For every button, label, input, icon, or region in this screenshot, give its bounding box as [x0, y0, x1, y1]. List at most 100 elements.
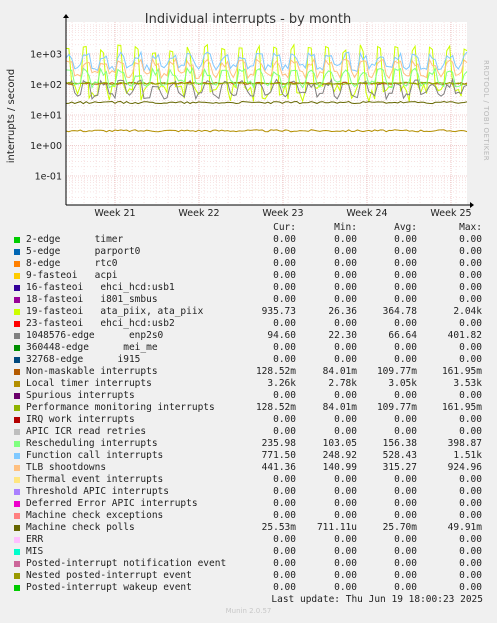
legend-max: 0.00: [459, 390, 482, 401]
legend-swatch: [14, 357, 20, 363]
legend-label: TLB shootdowns: [26, 462, 107, 473]
y-tick-label: 1e+02: [30, 80, 62, 91]
legend-max: 0.00: [459, 282, 482, 293]
legend-label: IRQ work interrupts: [26, 414, 135, 425]
x-tick-label: Week 23: [262, 208, 303, 219]
legend-swatch: [14, 489, 20, 495]
legend-min: 0.00: [334, 270, 357, 281]
legend-row: 18-fasteoi i801_smbus 0.00 0.00 0.00 0.00: [0, 294, 497, 306]
legend-min: 84.01m: [322, 366, 357, 377]
legend-avg: 66.64: [388, 330, 417, 341]
y-tick-label: 1e+00: [30, 141, 62, 152]
legend-max: 161.95m: [441, 366, 482, 377]
legend-avg: 109.77m: [376, 402, 417, 413]
legend-min: 248.92: [322, 450, 357, 461]
legend-max: 0.00: [459, 234, 482, 245]
legend-cur: 0.00: [273, 534, 296, 545]
legend-label: Spurious interrupts: [26, 390, 135, 401]
legend-min: 0.00: [334, 486, 357, 497]
legend-label: ERR: [26, 534, 44, 545]
legend-avg: 0.00: [394, 582, 417, 593]
legend-swatch: [14, 381, 20, 387]
legend-label: MIS: [26, 546, 44, 557]
legend-row: Nested posted-interrupt event 0.00 0.00 0.0…: [0, 570, 497, 582]
legend-min: 0.00: [334, 318, 357, 329]
legend-min: 0.00: [334, 546, 357, 557]
legend-swatch: [14, 237, 20, 243]
legend-avg: 0.00: [394, 294, 417, 305]
legend-label: Deferred Error APIC interrupts: [26, 498, 198, 509]
legend-avg: 0.00: [394, 246, 417, 257]
legend-max: 0.00: [459, 414, 482, 425]
legend-swatch: [14, 561, 20, 567]
legend-row: 32768-edge i915 0.00 0.00 0.00 0.00: [0, 354, 497, 366]
col-min: Min:: [334, 222, 357, 233]
legend-swatch: [14, 453, 20, 459]
legend-swatch: [14, 441, 20, 447]
legend-cur: 0.00: [273, 474, 296, 485]
legend-label: Machine check polls: [26, 522, 135, 533]
legend-max: 49.91m: [447, 522, 482, 533]
legend-min: 711.11u: [316, 522, 357, 533]
legend-min: 0.00: [334, 534, 357, 545]
legend-min: 2.78k: [328, 378, 357, 389]
legend-min: 0.00: [334, 426, 357, 437]
y-axis-label: interrupts / second: [6, 69, 17, 163]
legend-max: 924.96: [447, 462, 482, 473]
legend-cur: 0.00: [273, 546, 296, 557]
legend-swatch: [14, 477, 20, 483]
legend-label: 1048576-edge enp2s0: [26, 330, 164, 341]
legend-avg: 3.05k: [388, 378, 417, 389]
x-tick-label: Week 21: [94, 208, 135, 219]
legend-cur: 0.00: [273, 582, 296, 593]
legend-row: 8-edge rtc0 0.00 0.00 0.00 0.00: [0, 258, 497, 270]
legend-avg: 0.00: [394, 486, 417, 497]
legend-label: 5-edge parport0: [26, 246, 141, 257]
legend-cur: 94.60: [267, 330, 296, 341]
legend-label: Posted-interrupt notification event: [26, 558, 227, 569]
legend-cur: 0.00: [273, 426, 296, 437]
legend-row: Machine check exceptions 0.00 0.00 0.00 0.00: [0, 510, 497, 522]
legend-swatch: [14, 525, 20, 531]
legend-cur: 0.00: [273, 270, 296, 281]
legend-min: 0.00: [334, 510, 357, 521]
legend-label: Rescheduling interrupts: [26, 438, 158, 449]
legend-row: 2-edge timer 0.00 0.00 0.00 0.00: [0, 234, 497, 246]
legend-min: 22.30: [328, 330, 357, 341]
legend-label: APIC ICR read retries: [26, 426, 147, 437]
legend-cur: 0.00: [273, 498, 296, 509]
legend-avg: 0.00: [394, 354, 417, 365]
legend-min: 0.00: [334, 498, 357, 509]
legend-swatch: [14, 405, 20, 411]
legend-row: Posted-interrupt notification event 0.00 0…: [0, 558, 497, 570]
legend-max: 0.00: [459, 582, 482, 593]
legend-max: 0.00: [459, 498, 482, 509]
legend-header: Cur: Min: Avg: Max:: [0, 222, 497, 234]
legend-label: 360448-edge mei_me: [26, 342, 158, 353]
legend-row: Machine check polls 25.53m 711.11u 25.70m 49…: [0, 522, 497, 534]
legend-max: 0.00: [459, 546, 482, 557]
legend-swatch: [14, 273, 20, 279]
col-avg: Avg:: [394, 222, 417, 233]
legend-max: 0.00: [459, 570, 482, 581]
legend-row: 23-fasteoi ehci_hcd:usb2 0.00 0.00 0.00 0.00: [0, 318, 497, 330]
legend-cur: 0.00: [273, 558, 296, 569]
legend-avg: 0.00: [394, 546, 417, 557]
legend-row: Posted-interrupt wakeup event 0.00 0.00 0.0…: [0, 582, 497, 594]
legend-cur: 771.50: [261, 450, 296, 461]
legend-row: Function call interrupts 771.50 248.92 528.…: [0, 450, 497, 462]
chart: Individual interrupts - by month interru…: [0, 0, 497, 222]
legend-max: 0.00: [459, 246, 482, 257]
legend-avg: 109.77m: [376, 366, 417, 377]
legend-min: 84.01m: [322, 402, 357, 413]
legend-max: 0.00: [459, 270, 482, 281]
legend-label: Performance monitoring interrupts: [26, 402, 215, 413]
legend-min: 0.00: [334, 294, 357, 305]
legend-label: Threshold APIC interrupts: [26, 486, 169, 497]
legend-row: IRQ work interrupts 0.00 0.00 0.00 0.00: [0, 414, 497, 426]
legend-max: 0.00: [459, 342, 482, 353]
legend-max: 0.00: [459, 486, 482, 497]
legend-avg: 156.38: [382, 438, 417, 449]
y-tick-label: 1e+03: [30, 50, 62, 61]
legend: Cur: Min: Avg: Max: 2-edge timer 0.00 0.00…: [0, 222, 497, 594]
